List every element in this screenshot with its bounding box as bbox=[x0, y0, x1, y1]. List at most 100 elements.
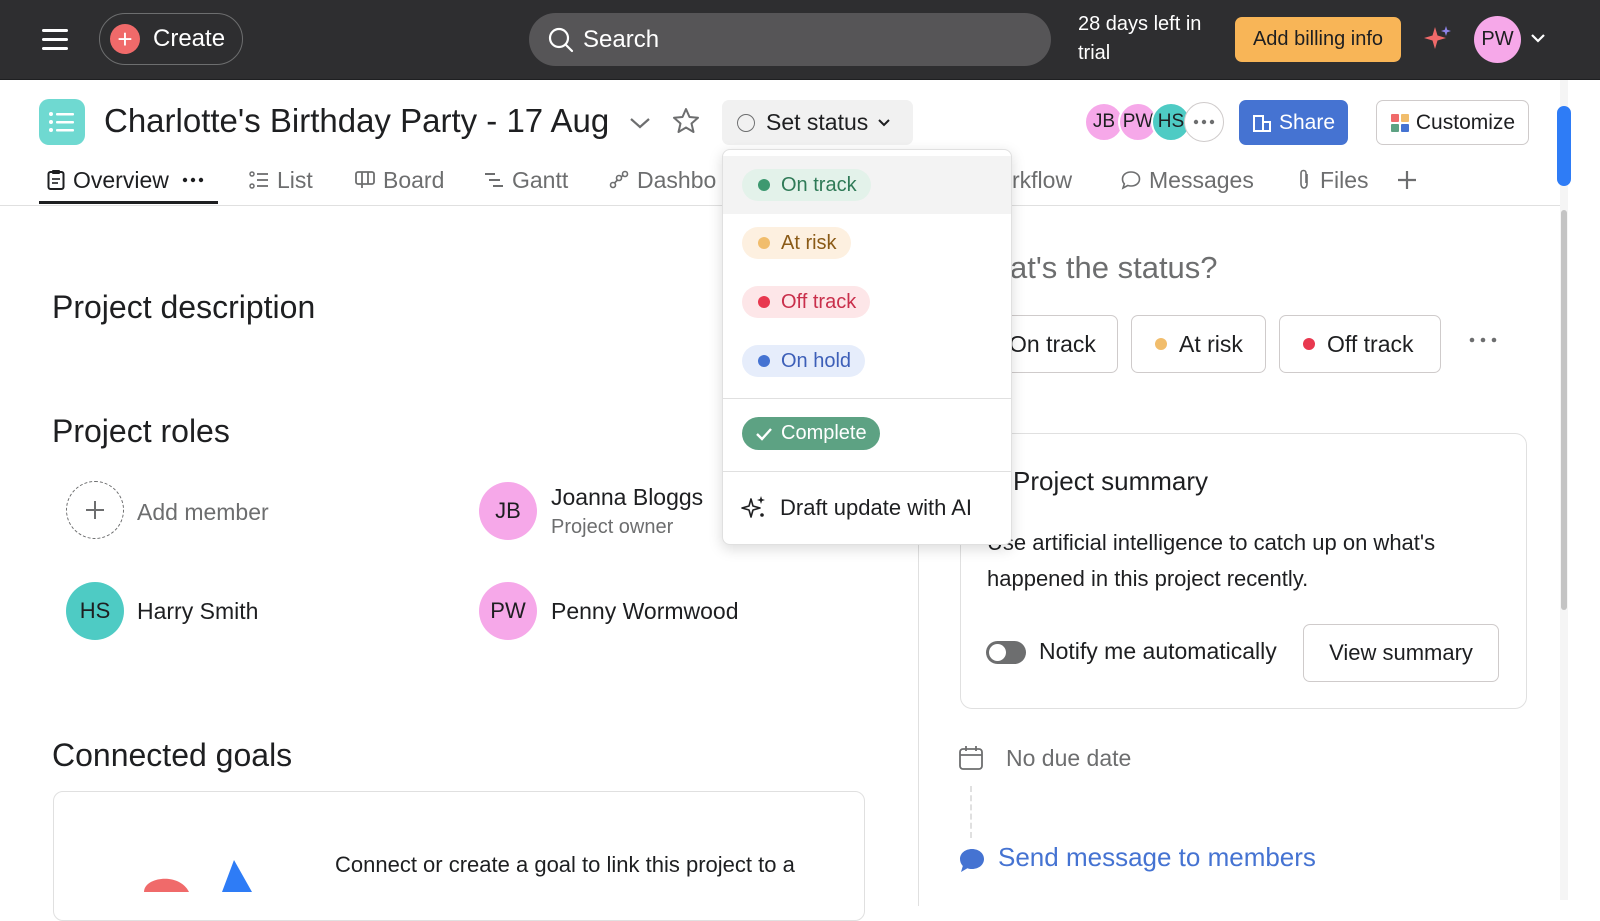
search-icon bbox=[548, 27, 574, 52]
send-message-link[interactable]: Send message to members bbox=[998, 842, 1316, 873]
status-label: Off track bbox=[781, 290, 857, 313]
status-label: On track bbox=[1009, 330, 1096, 357]
menu-icon[interactable] bbox=[40, 25, 70, 55]
notify-label: Notify me automatically bbox=[1039, 638, 1277, 664]
notify-toggle[interactable] bbox=[986, 641, 1026, 664]
status-pill: Off track bbox=[742, 286, 871, 318]
tab-dashboard[interactable]: Dashbo bbox=[609, 163, 721, 197]
add-billing-button[interactable]: Add billing info bbox=[1235, 17, 1401, 62]
status-circle-icon bbox=[737, 113, 755, 132]
menu-item-draft-ai[interactable]: Draft update with AI bbox=[723, 473, 1011, 543]
set-status-button[interactable]: Set status bbox=[722, 100, 913, 145]
board-icon bbox=[355, 171, 375, 188]
status-question: at's the status? bbox=[1010, 250, 1218, 285]
status-dot-icon bbox=[1155, 338, 1167, 350]
search-input[interactable]: Search bbox=[529, 13, 1051, 66]
status-off-track-button[interactable]: Off track bbox=[1279, 315, 1441, 373]
timeline-connector bbox=[970, 786, 972, 838]
status-label: At risk bbox=[1179, 330, 1243, 357]
avatar[interactable]: PW bbox=[479, 582, 537, 640]
due-date[interactable]: No due date bbox=[1006, 745, 1131, 772]
role-member-name[interactable]: Penny Wormwood bbox=[551, 598, 739, 625]
paperclip-icon bbox=[1300, 169, 1308, 189]
role-title: Project owner bbox=[551, 516, 674, 538]
ai-draft-label: Draft update with AI bbox=[780, 495, 972, 520]
create-button[interactable]: + Create bbox=[99, 13, 243, 65]
scrollbar-thumb[interactable] bbox=[1561, 210, 1567, 610]
tab-label: Overview bbox=[73, 166, 169, 193]
customize-button[interactable]: Customize bbox=[1376, 100, 1529, 145]
building-icon bbox=[1252, 114, 1271, 132]
tab-workflow[interactable]: rkflow bbox=[1012, 163, 1072, 197]
tab-overview[interactable]: Overview bbox=[47, 163, 204, 197]
menu-item-off-track[interactable]: Off track bbox=[723, 273, 1011, 331]
status-dot-icon bbox=[758, 237, 770, 249]
active-tab-indicator bbox=[39, 201, 218, 204]
share-button[interactable]: Share bbox=[1239, 100, 1348, 145]
status-pill: At risk bbox=[742, 227, 851, 259]
set-status-menu: On track At risk Off track On hold Compl… bbox=[722, 149, 1012, 545]
list-icon bbox=[249, 171, 268, 189]
status-dot-icon bbox=[758, 355, 770, 367]
goals-description: Connect or create a goal to link this pr… bbox=[335, 852, 795, 877]
tab-messages[interactable]: Messages bbox=[1121, 163, 1254, 197]
chevron-down-icon bbox=[878, 118, 890, 126]
tab-label: Messages bbox=[1149, 166, 1254, 193]
more-members-icon[interactable] bbox=[1184, 102, 1224, 142]
add-member-button[interactable]: Add member bbox=[66, 481, 306, 541]
chevron-down-icon[interactable] bbox=[628, 113, 652, 133]
connected-goals-heading: Connected goals bbox=[52, 737, 293, 773]
menu-item-on-track[interactable]: On track bbox=[723, 156, 1011, 214]
status-pill: On hold bbox=[742, 345, 866, 377]
menu-divider bbox=[723, 471, 1011, 472]
create-label: Create bbox=[153, 25, 226, 52]
avatar[interactable]: JB bbox=[479, 482, 537, 540]
clipboard-icon bbox=[47, 170, 65, 190]
plus-icon bbox=[1398, 171, 1416, 189]
checkmark-icon bbox=[756, 427, 772, 441]
search-placeholder: Search bbox=[583, 25, 660, 53]
menu-item-at-risk[interactable]: At risk bbox=[723, 214, 1011, 272]
ai-sparkle-icon[interactable] bbox=[1422, 24, 1452, 54]
set-status-label: Set status bbox=[766, 109, 869, 135]
list-icon bbox=[49, 112, 74, 132]
status-dot-icon bbox=[758, 179, 770, 191]
avatar[interactable]: HS bbox=[66, 582, 124, 640]
top-bar: + Create Search 28 days left in trial Ad… bbox=[0, 0, 1600, 80]
sparkle-icon bbox=[741, 496, 765, 518]
menu-divider bbox=[723, 398, 1011, 399]
chevron-down-icon[interactable] bbox=[1528, 28, 1548, 48]
star-icon[interactable] bbox=[671, 106, 701, 136]
status-label: At risk bbox=[781, 231, 837, 254]
tab-label: rkflow bbox=[1012, 166, 1073, 193]
plus-icon: + bbox=[110, 24, 140, 54]
role-member-name[interactable]: Harry Smith bbox=[137, 598, 258, 625]
tab-files[interactable]: Files bbox=[1296, 163, 1369, 197]
status-at-risk-button[interactable]: At risk bbox=[1131, 315, 1266, 373]
tab-gantt[interactable]: Gantt bbox=[484, 163, 568, 197]
tab-label: List bbox=[277, 166, 313, 193]
project-title[interactable]: Charlotte's Birthday Party - 17 Aug bbox=[104, 102, 609, 140]
project-icon bbox=[39, 99, 85, 145]
status-dot-icon bbox=[758, 296, 770, 308]
role-member-name[interactable]: Joanna Bloggs bbox=[551, 484, 703, 511]
more-icon[interactable] bbox=[1467, 328, 1499, 352]
tab-list[interactable]: List bbox=[249, 163, 313, 197]
side-panel-handle[interactable] bbox=[1557, 106, 1571, 186]
customize-label: Customize bbox=[1415, 110, 1516, 134]
menu-item-complete[interactable]: Complete bbox=[742, 417, 880, 450]
add-tab-button[interactable] bbox=[1396, 163, 1426, 197]
view-summary-button[interactable]: View summary bbox=[1303, 624, 1499, 682]
project-description-heading: Project description bbox=[52, 289, 316, 325]
tab-board[interactable]: Board bbox=[355, 163, 444, 197]
customize-icon bbox=[1390, 113, 1409, 132]
add-member-icon bbox=[66, 481, 124, 539]
goal-illustration-icon bbox=[144, 860, 252, 892]
more-icon[interactable] bbox=[182, 177, 204, 183]
project-roles-heading: Project roles bbox=[52, 413, 230, 449]
status-dot-icon bbox=[1303, 338, 1315, 350]
menu-item-on-hold[interactable]: On hold bbox=[723, 332, 1011, 390]
gantt-icon bbox=[485, 173, 503, 187]
tab-label: Files bbox=[1320, 166, 1369, 193]
user-avatar[interactable]: PW bbox=[1474, 16, 1521, 63]
